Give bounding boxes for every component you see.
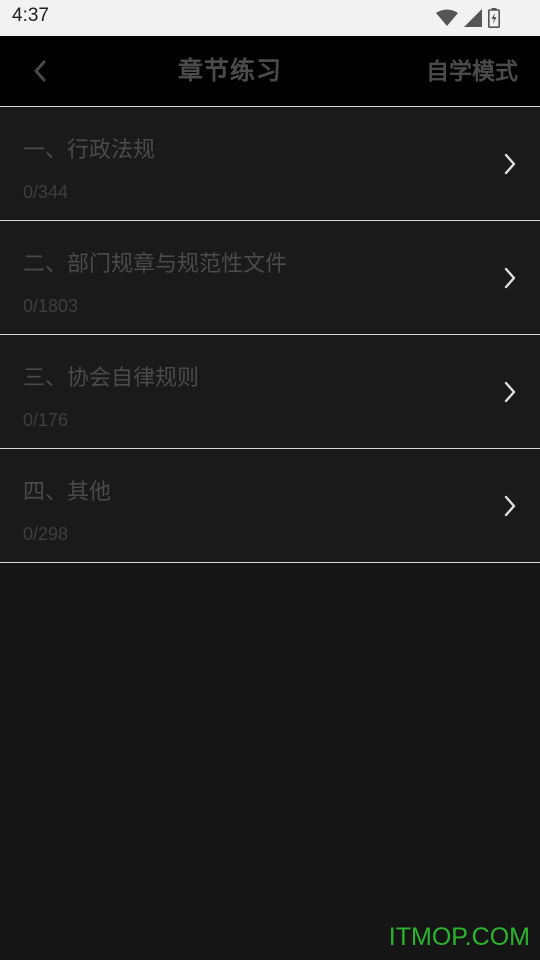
chapter-progress: 0/1803 bbox=[23, 296, 79, 316]
chapter-progress: 0/176 bbox=[23, 410, 69, 430]
chapter-title: 一、行政法规 bbox=[23, 138, 156, 163]
status-icons bbox=[436, 7, 500, 29]
chevron-right-icon bbox=[504, 153, 516, 175]
page-title: 章节练习 bbox=[177, 56, 282, 85]
chapter-item[interactable]: 四、其他 0/298 bbox=[0, 449, 540, 563]
chapter-title: 四、其他 bbox=[23, 480, 112, 505]
watermark: ITMOP.COM bbox=[388, 923, 530, 951]
chapter-list: 一、行政法规 0/344 二、部门规章与规范性文件 0/1803 三、协会自律规… bbox=[0, 107, 540, 563]
nav-bar: 章节练习 自学模式 bbox=[0, 36, 540, 106]
chapter-progress: 0/344 bbox=[23, 182, 69, 202]
chevron-right-icon bbox=[504, 495, 516, 517]
chapter-item[interactable]: 一、行政法规 0/344 bbox=[0, 107, 540, 221]
cell-signal-icon bbox=[464, 9, 482, 27]
self-study-mode-button[interactable]: 自学模式 bbox=[426, 36, 518, 106]
battery-charging-icon bbox=[488, 8, 500, 28]
chevron-right-icon bbox=[504, 267, 516, 289]
status-bar: 4:37 bbox=[0, 0, 540, 36]
chevron-right-icon bbox=[504, 381, 516, 403]
chapter-title: 三、协会自律规则 bbox=[23, 366, 200, 391]
chapter-item[interactable]: 二、部门规章与规范性文件 0/1803 bbox=[0, 221, 540, 335]
status-time: 4:37 bbox=[12, 5, 49, 26]
chapter-title: 二、部门规章与规范性文件 bbox=[23, 252, 288, 277]
chapter-progress: 0/298 bbox=[23, 524, 69, 544]
chapter-item[interactable]: 三、协会自律规则 0/176 bbox=[0, 335, 540, 449]
wifi-icon bbox=[436, 9, 458, 26]
